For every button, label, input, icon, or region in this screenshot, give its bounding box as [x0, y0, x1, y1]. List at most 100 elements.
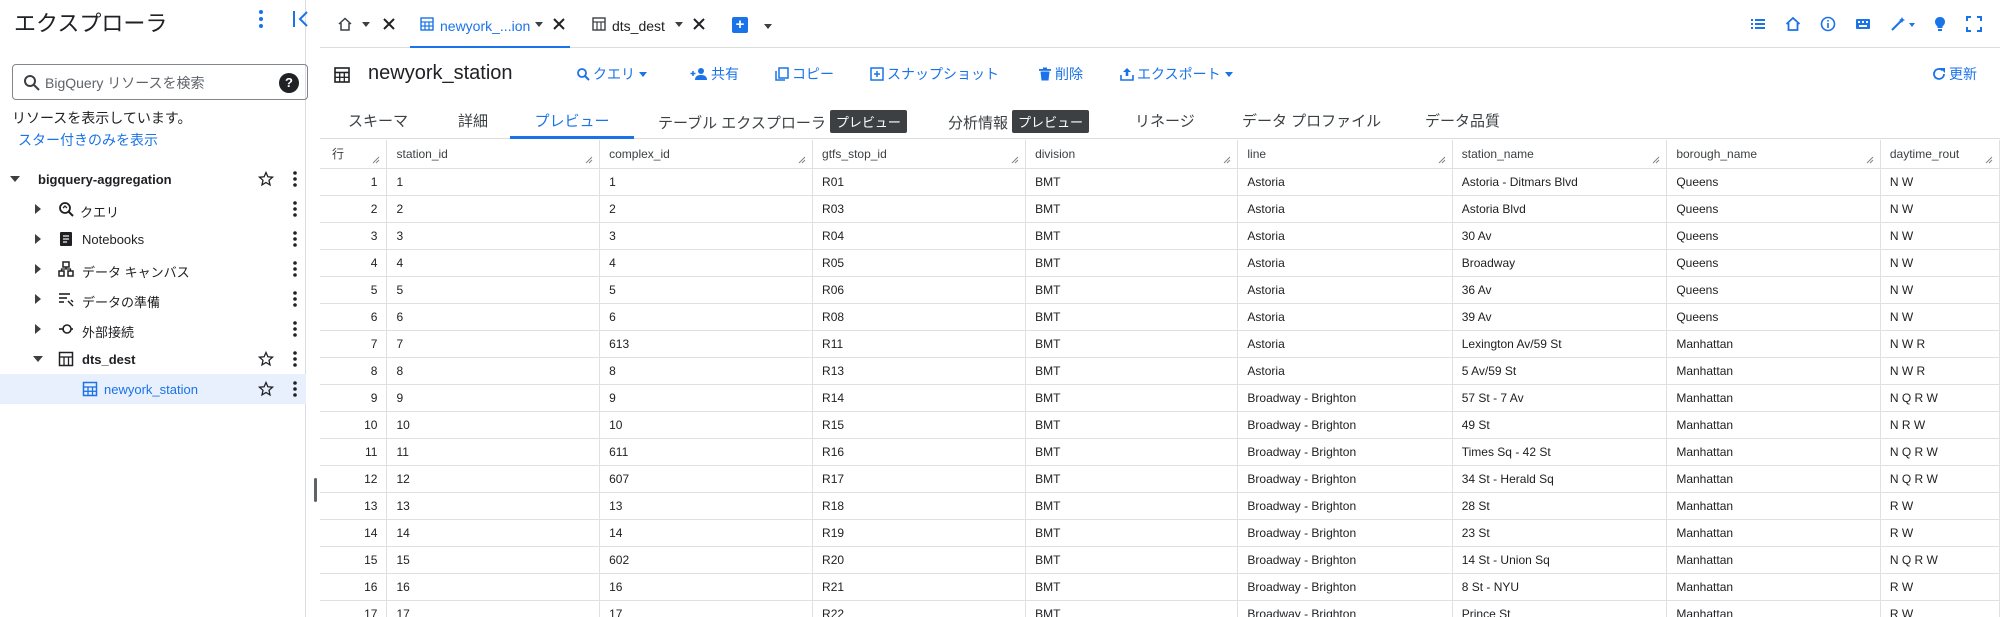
row-number-cell[interactable]: 7: [320, 330, 388, 358]
more-vert-icon[interactable]: [250, 7, 272, 31]
table-cell[interactable]: Manhattan: [1666, 492, 1881, 520]
tab-insights[interactable]: 分析情報 プレビュー: [948, 99, 1090, 139]
table-row[interactable]: 14 14 14 R19 BMT Broadway - Brighton 23 St Manh…: [320, 519, 2000, 547]
table-cell[interactable]: 23 St: [1452, 519, 1668, 547]
table-cell[interactable]: Broadway - Brighton: [1237, 492, 1453, 520]
table-cell[interactable]: Broadway - Brighton: [1237, 465, 1453, 493]
row-number-cell[interactable]: 8: [320, 357, 388, 385]
table-cell[interactable]: 8: [599, 357, 814, 385]
table-cell[interactable]: BMT: [1025, 546, 1239, 574]
table-cell[interactable]: Astoria: [1237, 168, 1453, 196]
table-row[interactable]: 3 3 3 R04 BMT Astoria 30 Av Queens N W: [320, 222, 2000, 250]
table-cell[interactable]: 9: [599, 384, 814, 412]
resize-grip-icon[interactable]: [1011, 156, 1019, 164]
table-cell[interactable]: Manhattan: [1666, 546, 1881, 574]
resource-search-input[interactable]: [45, 71, 277, 95]
resize-grip-icon[interactable]: [798, 156, 806, 164]
table-row[interactable]: 9 9 9 R14 BMT Broadway - Brighton 57 St - 7 Av…: [320, 384, 2000, 412]
query-button[interactable]: クエリ: [576, 64, 647, 84]
table-cell[interactable]: 607: [599, 465, 814, 493]
table-cell[interactable]: 3: [386, 222, 601, 250]
table-row[interactable]: 15 15 602 R20 BMT Broadway - Brighton 14 St - …: [320, 546, 2000, 574]
more-vert-icon[interactable]: [288, 200, 302, 218]
table-cell[interactable]: Manhattan: [1666, 573, 1881, 601]
tree-item-data-preparation[interactable]: データの準備: [0, 284, 306, 314]
table-cell[interactable]: Astoria: [1237, 303, 1453, 331]
table-cell[interactable]: 8: [386, 357, 601, 385]
table-row[interactable]: 1 1 1 R01 BMT Astoria Astoria - Ditmars Blvd Qu…: [320, 168, 2000, 196]
table-cell[interactable]: Lexington Av/59 St: [1452, 330, 1668, 358]
tree-item-external-connections[interactable]: 外部接続: [0, 314, 306, 344]
tree-item-project[interactable]: bigquery-aggregation: [0, 164, 306, 194]
table-cell[interactable]: R08: [812, 303, 1027, 331]
tab-schema[interactable]: スキーマ: [348, 99, 408, 139]
table-cell[interactable]: 57 St - 7 Av: [1452, 384, 1668, 412]
table-cell[interactable]: Manhattan: [1666, 438, 1881, 466]
table-cell[interactable]: Queens: [1666, 249, 1881, 277]
table-cell[interactable]: 16: [386, 573, 601, 601]
table-row[interactable]: 11 11 611 R16 BMT Broadway - Brighton Times Sq…: [320, 438, 2000, 466]
column-header[interactable]: gtfs_stop_id: [812, 140, 1027, 169]
table-cell[interactable]: Manhattan: [1666, 411, 1881, 439]
tree-item-table[interactable]: newyork_station: [0, 374, 306, 404]
table-cell[interactable]: R01: [812, 168, 1027, 196]
table-cell[interactable]: BMT: [1025, 195, 1239, 223]
table-cell[interactable]: 5 Av/59 St: [1452, 357, 1668, 385]
chevron-down-icon[interactable]: [675, 22, 683, 27]
tab-preview[interactable]: プレビュー: [510, 99, 634, 139]
table-cell[interactable]: Astoria: [1237, 276, 1453, 304]
row-number-cell[interactable]: 6: [320, 303, 388, 331]
table-cell[interactable]: 2: [386, 195, 601, 223]
collapse-panel-icon[interactable]: [290, 7, 312, 31]
table-cell[interactable]: BMT: [1025, 465, 1239, 493]
table-cell[interactable]: 16: [599, 573, 814, 601]
table-cell[interactable]: Broadway - Brighton: [1237, 600, 1453, 617]
table-cell[interactable]: BMT: [1025, 222, 1239, 250]
table-cell[interactable]: R06: [812, 276, 1027, 304]
star-icon[interactable]: [258, 351, 274, 367]
table-cell[interactable]: 10: [386, 411, 601, 439]
tab-lineage[interactable]: リネージ: [1135, 99, 1195, 139]
tab-home[interactable]: [320, 0, 395, 48]
caret-right-icon[interactable]: [31, 322, 45, 336]
add-tab-icon[interactable]: +: [732, 17, 748, 33]
table-cell[interactable]: R13: [812, 357, 1027, 385]
caret-down-icon[interactable]: [8, 172, 22, 186]
table-cell[interactable]: R16: [812, 438, 1027, 466]
table-cell[interactable]: 12: [386, 465, 601, 493]
table-cell[interactable]: BMT: [1025, 384, 1239, 412]
table-cell[interactable]: 36 Av: [1452, 276, 1668, 304]
table-cell[interactable]: 6: [386, 303, 601, 331]
tab-dts-dest[interactable]: dts_dest: [582, 0, 722, 48]
table-cell[interactable]: 10: [599, 411, 814, 439]
table-cell[interactable]: Astoria Blvd: [1452, 195, 1668, 223]
caret-right-icon[interactable]: [31, 262, 45, 276]
table-cell[interactable]: Broadway - Brighton: [1237, 411, 1453, 439]
row-number-cell[interactable]: 1: [320, 168, 388, 196]
table-cell[interactable]: 15: [386, 546, 601, 574]
table-cell[interactable]: BMT: [1025, 411, 1239, 439]
column-header[interactable]: complex_id: [599, 140, 814, 169]
list-icon[interactable]: [1750, 16, 1766, 32]
table-cell[interactable]: BMT: [1025, 357, 1239, 385]
table-cell[interactable]: 14: [386, 519, 601, 547]
table-cell[interactable]: Manhattan: [1666, 384, 1881, 412]
table-cell[interactable]: 30 Av: [1452, 222, 1668, 250]
table-cell[interactable]: BMT: [1025, 600, 1239, 617]
row-number-cell[interactable]: 12: [320, 465, 388, 493]
snapshot-button[interactable]: スナップショット: [870, 64, 999, 84]
resize-grip-icon[interactable]: [1985, 156, 1993, 164]
resize-grip-icon[interactable]: [1866, 156, 1874, 164]
table-row[interactable]: 2 2 2 R03 BMT Astoria Astoria Blvd Queens N W: [320, 195, 2000, 223]
more-vert-icon[interactable]: [288, 170, 302, 188]
caret-right-icon[interactable]: [31, 202, 45, 216]
row-number-cell[interactable]: 13: [320, 492, 388, 520]
chevron-down-icon[interactable]: [764, 24, 772, 29]
resize-grip-icon[interactable]: [585, 156, 593, 164]
row-number-cell[interactable]: 3: [320, 222, 388, 250]
table-cell[interactable]: 6: [599, 303, 814, 331]
table-cell[interactable]: Queens: [1666, 168, 1881, 196]
table-cell[interactable]: Astoria: [1237, 195, 1453, 223]
table-row[interactable]: 8 8 8 R13 BMT Astoria 5 Av/59 St Manhattan N W R: [320, 357, 2000, 385]
table-cell[interactable]: BMT: [1025, 492, 1239, 520]
